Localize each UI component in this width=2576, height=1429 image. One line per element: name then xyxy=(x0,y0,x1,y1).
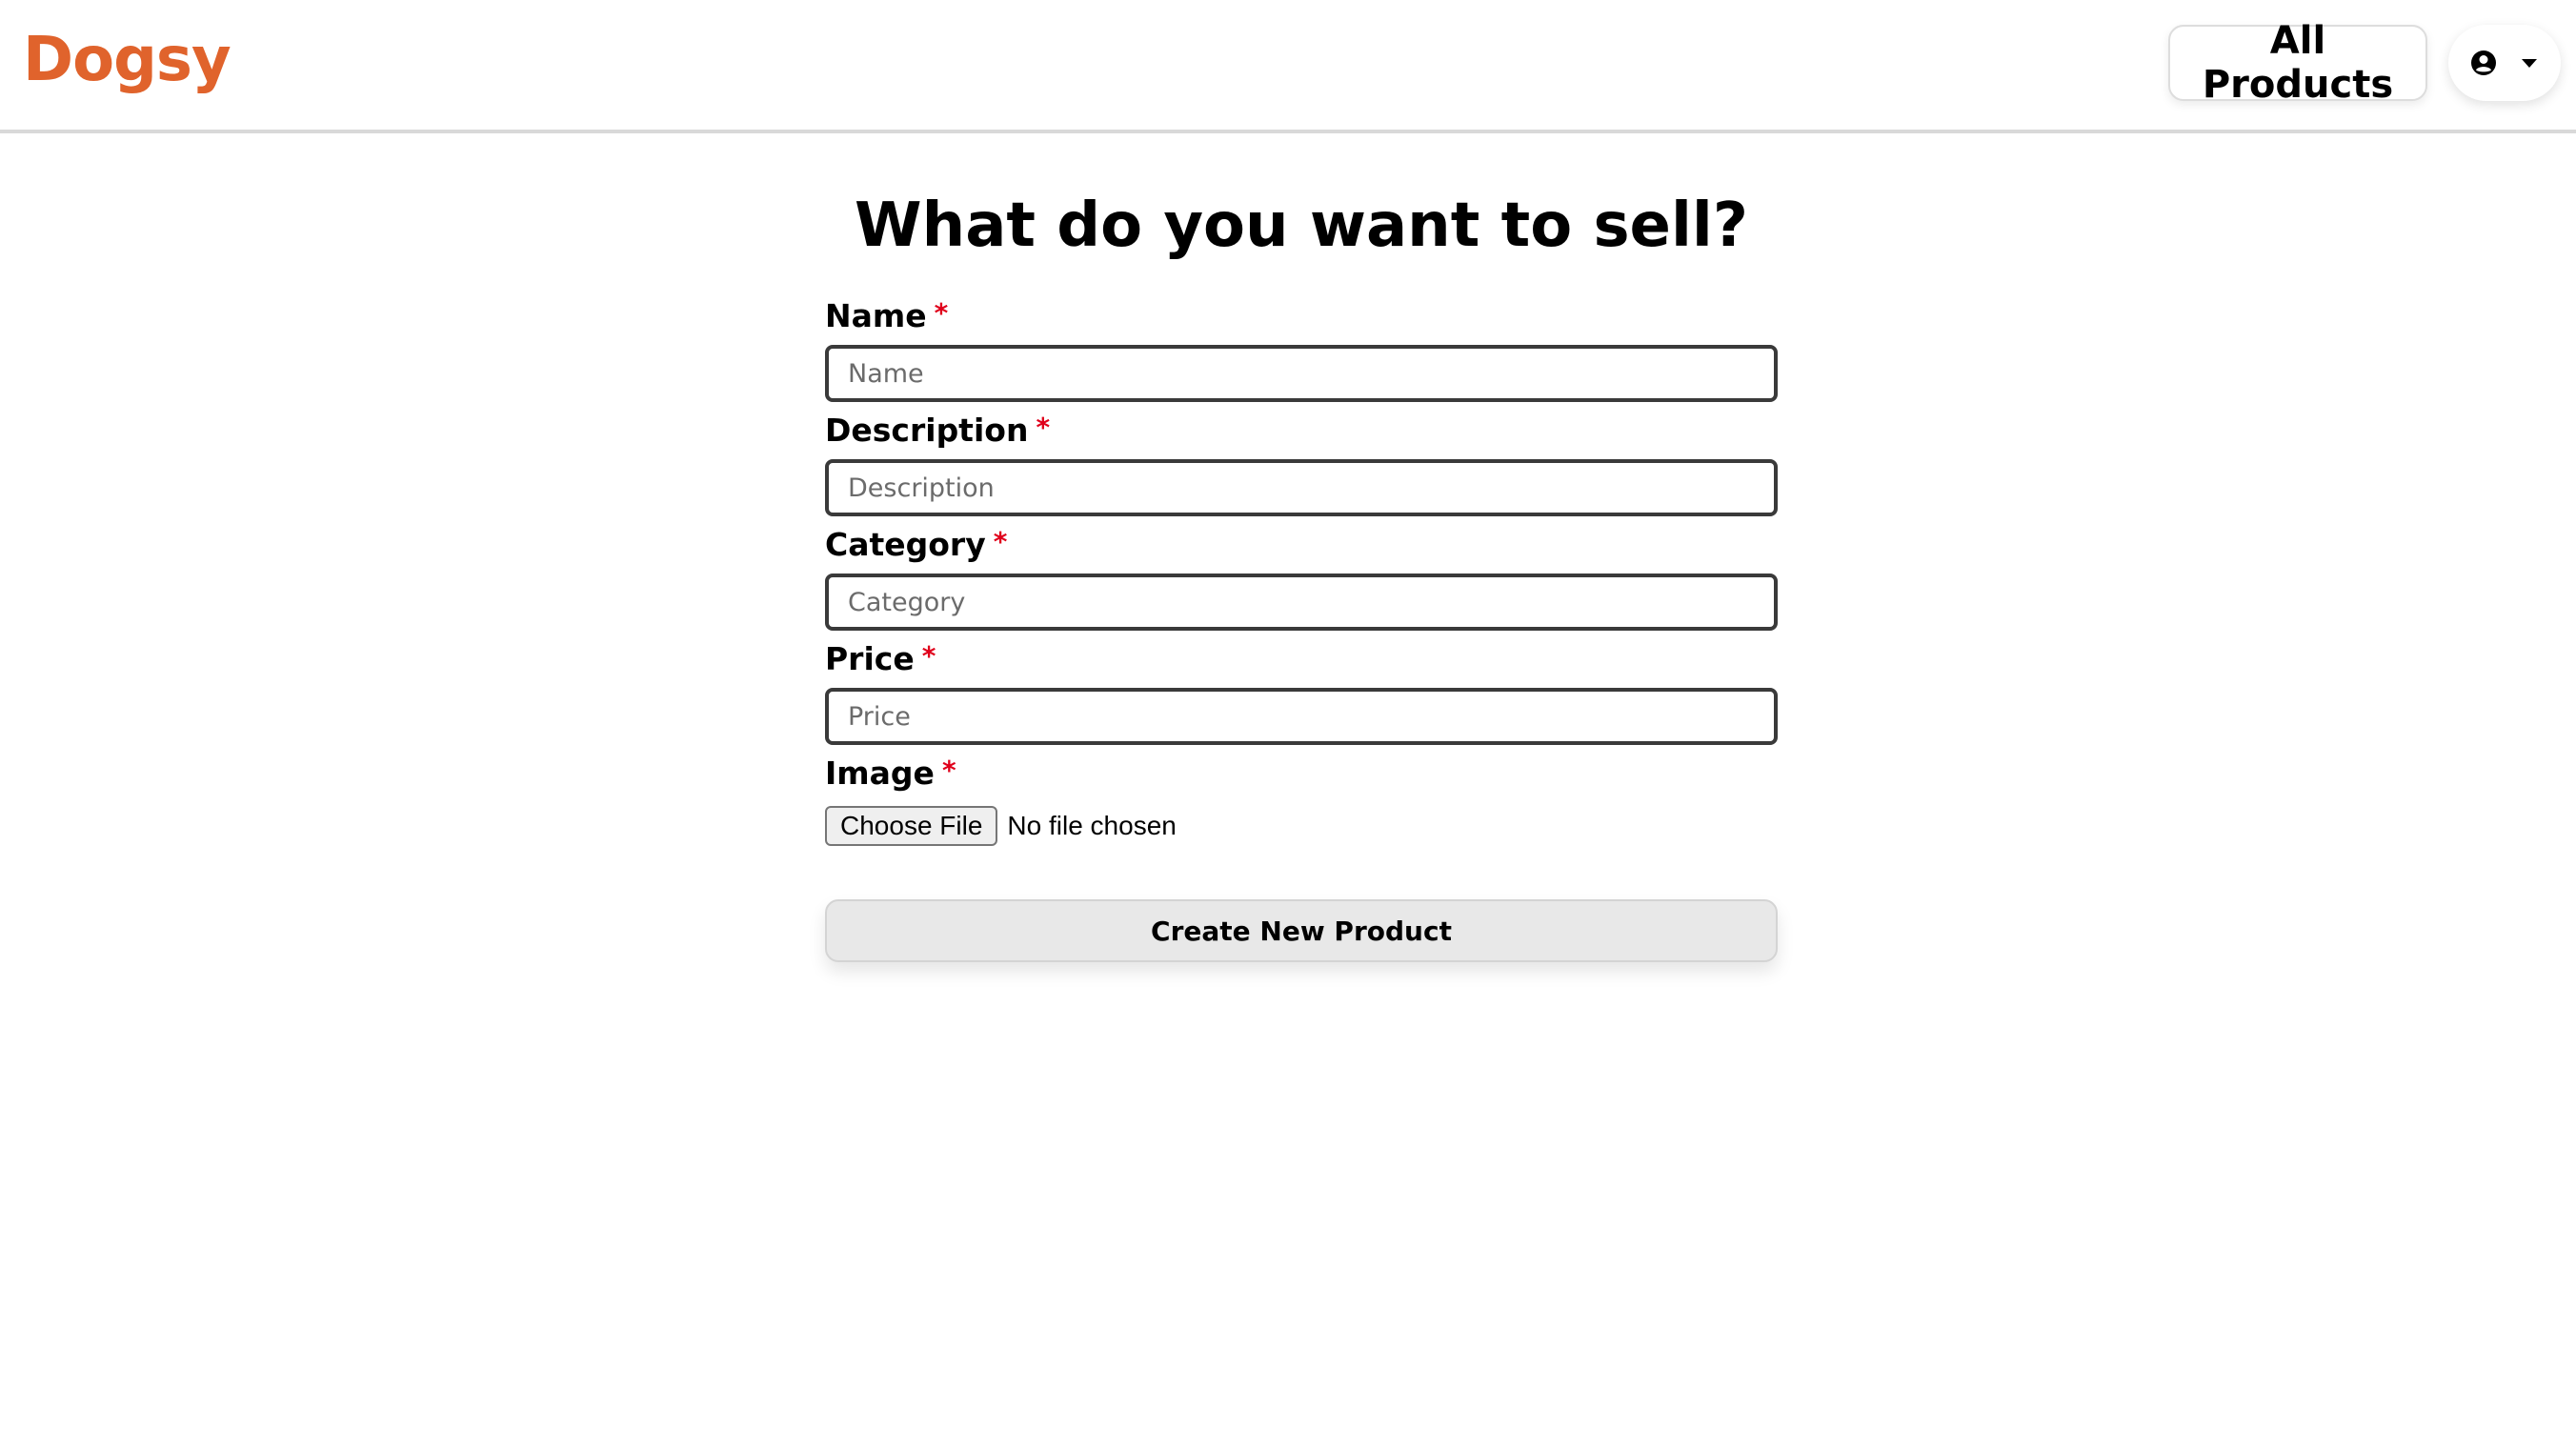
file-status-text: No file chosen xyxy=(1007,811,1177,840)
image-label: Image * xyxy=(825,755,956,792)
logo[interactable]: Dogsy xyxy=(23,25,231,95)
name-input[interactable] xyxy=(825,345,1778,402)
price-label-text: Price xyxy=(825,640,915,677)
all-products-button[interactable]: All Products xyxy=(2168,19,2427,107)
user-circle-icon xyxy=(2470,50,2497,76)
description-label: Description * xyxy=(825,412,1050,449)
image-file-picker: Choose File No file chosen xyxy=(825,806,1177,846)
category-label: Category * xyxy=(825,526,1007,563)
category-label-text: Category xyxy=(825,526,986,563)
description-input[interactable] xyxy=(825,459,1778,516)
price-label: Price * xyxy=(825,640,936,677)
required-asterisk: * xyxy=(1036,412,1051,443)
description-label-text: Description xyxy=(825,412,1029,449)
choose-file-button[interactable]: Choose File xyxy=(825,806,998,846)
required-asterisk: * xyxy=(993,526,1008,557)
create-product-button[interactable]: Create New Product xyxy=(825,899,1778,962)
top-navbar: Dogsy All Products xyxy=(0,0,2576,133)
category-input[interactable] xyxy=(825,574,1778,631)
price-input[interactable] xyxy=(825,688,1778,745)
required-asterisk: * xyxy=(921,640,936,672)
required-asterisk: * xyxy=(941,755,956,786)
user-menu-button[interactable] xyxy=(2448,25,2561,101)
required-asterisk: * xyxy=(934,297,949,329)
name-label-text: Name xyxy=(825,297,927,334)
name-label: Name * xyxy=(825,297,948,334)
image-label-text: Image xyxy=(825,755,935,792)
caret-down-icon xyxy=(2520,56,2539,70)
page-title: What do you want to sell? xyxy=(855,191,1748,261)
